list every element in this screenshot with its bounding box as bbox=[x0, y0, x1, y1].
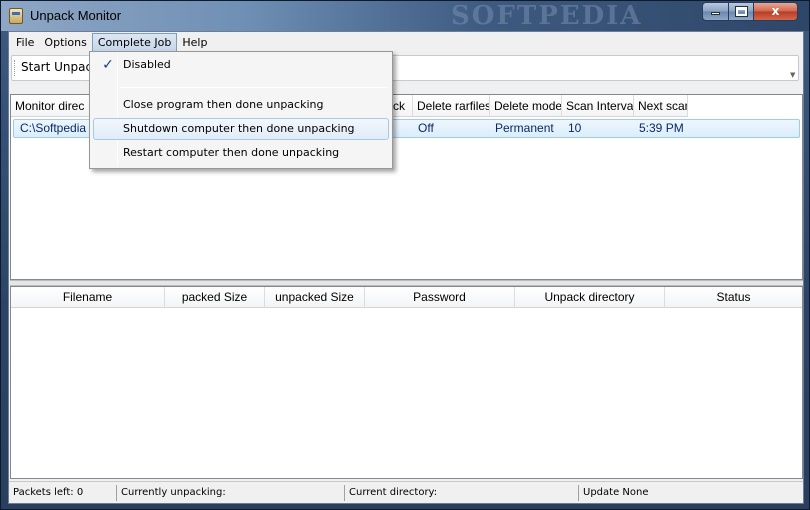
minimize-button[interactable] bbox=[702, 2, 729, 21]
menu-file[interactable]: File bbox=[11, 33, 39, 52]
app-icon[interactable] bbox=[9, 8, 23, 24]
status-current-directory: Current directory: bbox=[345, 484, 579, 501]
menu-item-label: Disabled bbox=[123, 58, 171, 71]
menu-item-label: Close program then done unpacking bbox=[123, 98, 324, 111]
close-button[interactable]: x bbox=[753, 2, 798, 21]
col-next-scan[interactable]: Next scan bbox=[634, 95, 688, 117]
row-scan-interval: 10 bbox=[568, 121, 582, 135]
col-delete-rarfiles[interactable]: Delete rarfiles bbox=[413, 95, 490, 117]
menu-item-restart-computer[interactable]: Restart computer then done unpacking bbox=[93, 142, 389, 164]
col-scan-interval[interactable]: Scan Interval bbox=[562, 95, 634, 117]
col-unpacked-size[interactable]: unpacked Size bbox=[265, 287, 365, 308]
minimize-icon bbox=[711, 12, 720, 15]
row-next-scan: 5:39 PM bbox=[639, 121, 684, 135]
col-delete-mode[interactable]: Delete mode bbox=[490, 95, 562, 117]
files-list[interactable]: Filename packed Size unpacked Size Passw… bbox=[10, 286, 803, 479]
menu-item-shutdown-computer[interactable]: Shutdown computer then done unpacking bbox=[93, 118, 389, 140]
start-unpack-button[interactable]: Start Unpack bbox=[21, 60, 99, 74]
status-currently-unpacking: Currently unpacking: bbox=[117, 484, 345, 501]
checkmark-icon: ✓ bbox=[102, 57, 114, 73]
menu-item-disabled[interactable]: ✓ Disabled bbox=[93, 54, 389, 76]
files-list-header: Filename packed Size unpacked Size Passw… bbox=[11, 287, 802, 308]
watermark: SOFTPEDIA bbox=[451, 1, 643, 31]
col-filename[interactable]: Filename bbox=[11, 287, 165, 308]
col-password[interactable]: Password bbox=[365, 287, 515, 308]
col-unpack-directory[interactable]: Unpack directory bbox=[515, 287, 665, 308]
menu-item-label: Shutdown computer then done unpacking bbox=[123, 122, 355, 135]
status-update: Update None bbox=[583, 486, 649, 498]
status-packets-left: Packets left: 0 bbox=[9, 484, 117, 501]
app-window: SOFTPEDIA Unpack Monitor x File Options … bbox=[0, 0, 810, 510]
col-monitor-directory[interactable]: Monitor direc bbox=[11, 95, 93, 117]
toolbar-grip[interactable] bbox=[14, 60, 16, 76]
title-bar[interactable]: SOFTPEDIA Unpack Monitor x bbox=[1, 1, 809, 31]
menu-separator bbox=[120, 87, 388, 88]
complete-job-menu: ✓ Disabled Close program then done unpac… bbox=[89, 51, 393, 169]
close-icon: x bbox=[771, 4, 780, 18]
maximize-icon bbox=[734, 6, 748, 17]
window-title: Unpack Monitor bbox=[30, 8, 122, 23]
col-status[interactable]: Status bbox=[665, 287, 802, 308]
col-check[interactable]: ck bbox=[393, 95, 413, 117]
row-directory: C:\Softpedia bbox=[20, 121, 87, 135]
maximize-button[interactable] bbox=[728, 2, 754, 21]
status-bar: Packets left: 0 Currently unpacking: Cur… bbox=[9, 481, 803, 503]
menu-bar: File Options Complete Job Help bbox=[9, 32, 803, 53]
col-packed-size[interactable]: packed Size bbox=[165, 287, 265, 308]
menu-options[interactable]: Options bbox=[39, 33, 91, 52]
menu-help[interactable]: Help bbox=[177, 33, 212, 52]
row-delete-mode: Permanent bbox=[495, 121, 554, 135]
row-delete-rarfiles: Off bbox=[418, 121, 434, 135]
menu-item-label: Restart computer then done unpacking bbox=[123, 146, 340, 159]
menu-item-close-program[interactable]: Close program then done unpacking bbox=[93, 94, 389, 116]
menu-complete-job[interactable]: Complete Job bbox=[91, 33, 178, 52]
toolbar-overflow-icon[interactable]: ▼ bbox=[790, 72, 797, 79]
